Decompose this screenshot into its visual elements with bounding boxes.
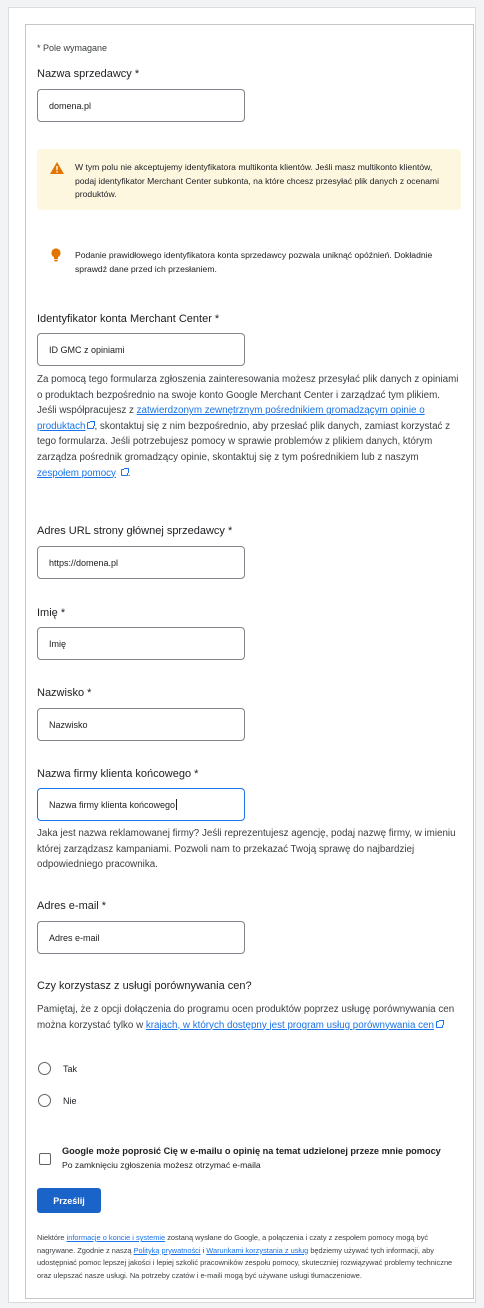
end-client-label: Nazwa firmy klienta końcowego * (37, 768, 199, 780)
merchant-id-label: Identyfikator konta Merchant Center * (37, 313, 220, 325)
seller-name-label: Nazwa sprzedawcy * (37, 68, 140, 80)
end-client-help: Jaka jest nazwa reklamowanej firmy? Jeśl… (37, 828, 456, 871)
email-label: Adres e-mail * (37, 900, 107, 912)
page-frame: * Pole wymagane Nazwa sprzedawcy * domen… (8, 7, 476, 1303)
css-help: Pamiętaj, że z opcji dołączenia do progr… (37, 1002, 462, 1033)
homepage-url-label: Adres URL strony głównej sprzedawcy * (37, 525, 233, 537)
footer-text-1: Niektóre (37, 1233, 67, 1242)
warning-text: W tym polu nie akceptujemy identyfikator… (75, 162, 439, 200)
seller-name-value: domena.pl (49, 100, 92, 111)
merchant-id-placeholder: ID GMC z opiniami (49, 344, 125, 355)
first-name-placeholder: Imię (49, 638, 67, 649)
external-link-icon (435, 1019, 444, 1028)
last-name-input[interactable]: Nazwisko (37, 708, 245, 741)
contact-form: * Pole wymagane Nazwa sprzedawcy * domen… (25, 24, 474, 1299)
first-name-label: Imię * (37, 607, 66, 619)
css-countries-link[interactable]: krajach, w których dostępny jest program… (146, 1020, 434, 1031)
required-note: * Pole wymagane (37, 43, 108, 53)
account-info-link[interactable]: informacje o koncie i systemie (67, 1233, 166, 1242)
lightbulb-icon (51, 248, 61, 262)
privacy-footer: Niektóre informacje o koncie i systemie … (37, 1232, 462, 1283)
radio-nie[interactable] (38, 1094, 51, 1107)
end-client-input[interactable]: Nazwa firmy klienta końcowego (37, 788, 245, 821)
merchant-id-help-text-2: , skontaktuj się z nim bezpośrednio, aby… (37, 420, 451, 463)
feedback-consent-title: Google może poprosić Cię w e-mailu o opi… (62, 1146, 441, 1156)
external-link-icon (120, 467, 129, 476)
first-name-input[interactable]: Imię (37, 627, 245, 660)
radio-tak[interactable] (38, 1062, 51, 1075)
email-placeholder: Adres e-mail (49, 932, 100, 943)
radio-tak-label: Tak (63, 1064, 78, 1074)
homepage-url-placeholder: https://domena.pl (49, 557, 119, 568)
external-link-icon (87, 420, 96, 429)
homepage-url-input[interactable]: https://domena.pl (37, 546, 245, 579)
merchant-id-help: Za pomocą tego formularza zgłoszenia zai… (37, 372, 462, 481)
feedback-consent-subtitle: Po zamknięciu zgłoszenia możesz otrzymać… (62, 1160, 261, 1170)
tip-text: Podanie prawidłowego identyfikatora kont… (75, 250, 433, 274)
merchant-id-input[interactable]: ID GMC z opiniami (37, 333, 245, 366)
support-team-link[interactable]: zespołem pomocy (37, 468, 116, 479)
privacy-policy-link[interactable]: Polityką prywatności (134, 1246, 201, 1255)
radio-nie-label: Nie (63, 1096, 77, 1106)
feedback-consent-checkbox[interactable] (39, 1153, 51, 1165)
submit-button[interactable]: Prześlij (37, 1188, 101, 1213)
email-input[interactable]: Adres e-mail (37, 921, 245, 954)
warning-icon (50, 162, 64, 174)
seller-name-input[interactable]: domena.pl (37, 89, 245, 122)
last-name-label: Nazwisko * (37, 687, 92, 699)
css-question: Czy korzystasz z usługi porównywania cen… (37, 980, 252, 992)
last-name-placeholder: Nazwisko (49, 719, 88, 730)
end-client-value: Nazwa firmy klienta końcowego (49, 799, 176, 810)
terms-link[interactable]: Warunkami korzystania z usług (206, 1246, 308, 1255)
text-cursor (176, 799, 178, 810)
